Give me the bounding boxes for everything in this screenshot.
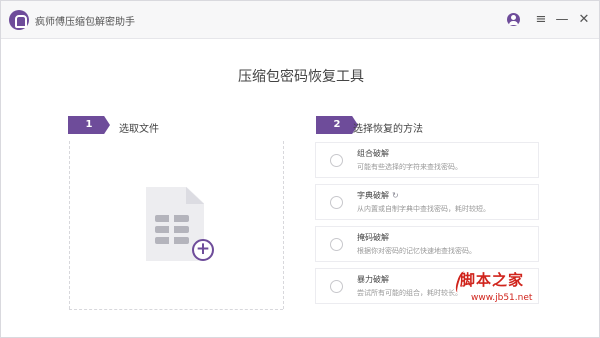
app-window: 疯师傅压缩包解密助手 ≡ — ✕ 压缩包密码恢复工具 1 选取文件 + 2 选择…	[0, 0, 600, 338]
radio-button[interactable]	[330, 154, 343, 167]
watermark-logo: 脚本之家	[460, 271, 525, 289]
radio-button[interactable]	[330, 196, 343, 209]
user-icon[interactable]	[505, 12, 521, 28]
method-card-combination[interactable]: 组合破解 可能有些选择的字符来查找密码。	[315, 142, 539, 178]
method-card-dictionary[interactable]: 字典破解 ↻ 从内置或自制字典中查找密码，耗时较短。	[315, 184, 539, 220]
method-card-mask[interactable]: 掩码破解 根据你对密码的记忆快速地查找密码。	[315, 226, 539, 262]
method-description: 根据你对密码的记忆快速地查找密码。	[357, 247, 476, 255]
add-file-button[interactable]: +	[192, 239, 214, 261]
method-description: 从内置或自制字典中查找密码，耗时较短。	[357, 205, 490, 213]
method-title: 掩码破解	[357, 233, 389, 242]
zip-stripe-icon	[155, 226, 189, 233]
drop-zone-right-border	[283, 141, 284, 309]
app-title: 疯师傅压缩包解密助手	[35, 17, 135, 28]
menu-icon[interactable]: ≡	[533, 12, 549, 28]
method-description: 尝试所有可能的组合，耗时较长。	[357, 289, 462, 297]
app-logo-icon	[9, 10, 29, 30]
method-title: 组合破解	[357, 149, 389, 158]
radio-button[interactable]	[330, 238, 343, 251]
step-2-badge: 2	[316, 116, 358, 134]
page-title: 压缩包密码恢复工具	[238, 69, 364, 85]
step-1-label: 选取文件	[119, 124, 159, 135]
close-icon[interactable]: ✕	[576, 12, 592, 28]
method-title-row: 字典破解 ↻	[357, 190, 399, 201]
watermark-url: www.jb51.net	[471, 293, 533, 303]
radio-button[interactable]	[330, 280, 343, 293]
zip-stripe-icon	[155, 237, 189, 244]
method-description: 可能有些选择的字符来查找密码。	[357, 163, 462, 171]
step-2-label: 选择恢复的方法	[353, 124, 423, 135]
step-1-badge: 1	[68, 116, 110, 134]
title-bar: 疯师傅压缩包解密助手 ≡ — ✕	[1, 1, 599, 39]
method-title: 暴力破解	[357, 275, 389, 284]
help-icon[interactable]: ↻	[392, 191, 399, 200]
method-title: 字典破解	[357, 191, 389, 200]
drop-zone-bottom-border	[69, 309, 283, 310]
zip-stripe-icon	[155, 215, 189, 222]
minimize-icon[interactable]: —	[554, 12, 570, 28]
